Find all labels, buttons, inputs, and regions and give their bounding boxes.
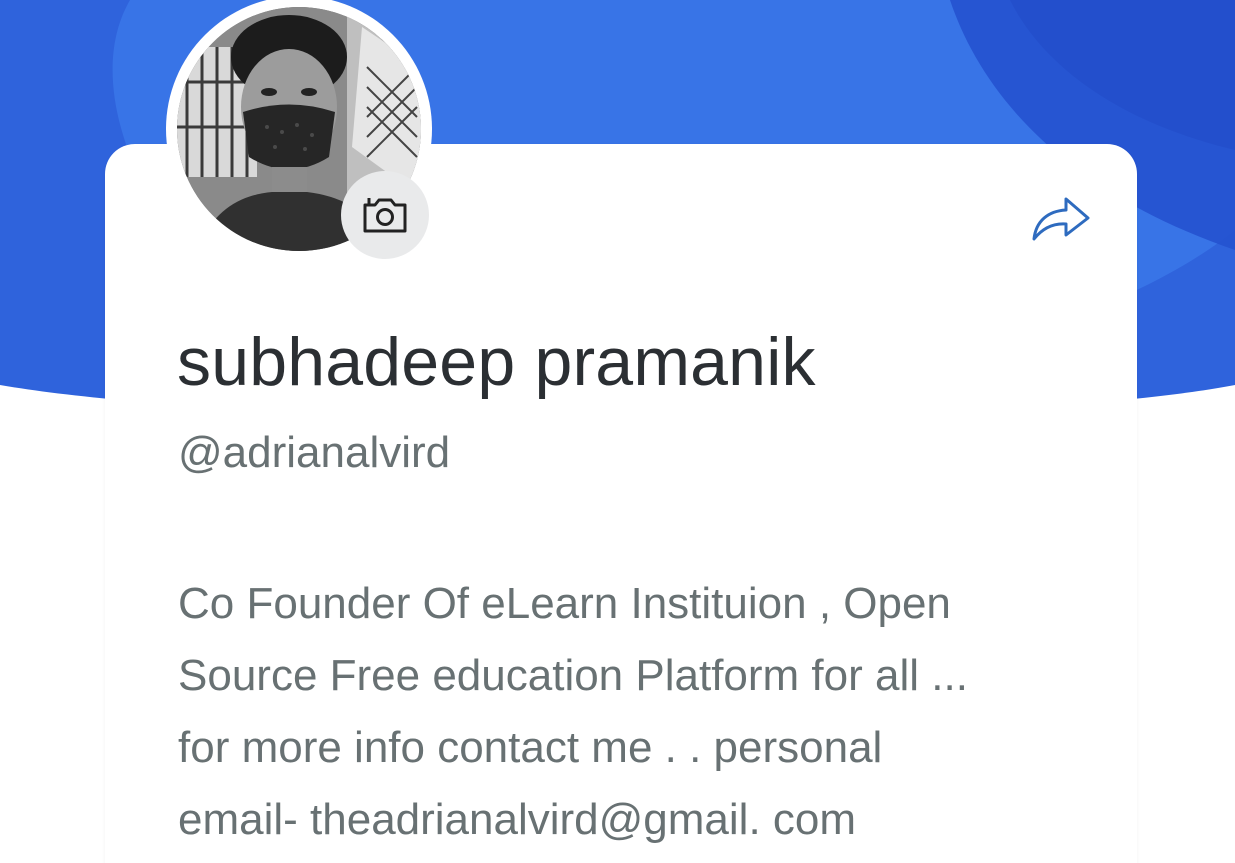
display-name: subhadeep pramanik xyxy=(177,324,816,400)
username: @adrianalvird xyxy=(178,428,451,477)
share-button[interactable] xyxy=(1024,186,1096,248)
bio-line: for more info contact me . . personal xyxy=(178,723,883,772)
share-arrow-icon xyxy=(1032,197,1090,241)
camera-icon xyxy=(363,198,407,233)
bio-line: Co Founder Of eLearn Instituion , Open xyxy=(178,579,951,628)
bio-line: email- theadrianalvird@gmail. com xyxy=(178,795,857,844)
bio: Co Founder Of eLearn Instituion , Open S… xyxy=(178,568,1078,856)
change-photo-button[interactable] xyxy=(341,171,429,259)
profile-screen: subhadeep pramanik @adrianalvird Co Foun… xyxy=(0,0,1235,863)
bio-line: Source Free education Platform for all .… xyxy=(178,651,968,700)
